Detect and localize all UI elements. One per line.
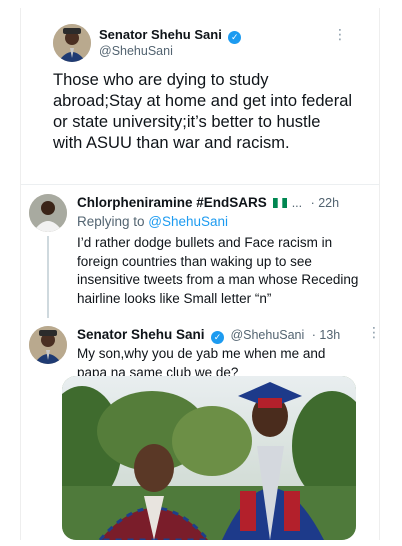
divider [21, 184, 379, 185]
author-name[interactable]: Chlorpheniramine #EndSARS [77, 195, 267, 210]
more-options-icon[interactable]: ⋮ [333, 26, 347, 43]
nigeria-flag-icon [273, 195, 288, 208]
replying-to: Replying to @ShehuSani [77, 213, 228, 232]
avatar[interactable] [53, 24, 91, 62]
author-name[interactable]: Senator Shehu Sani [77, 327, 205, 342]
screenshot-frame: Senator Shehu Sani ✓ @ShehuSani ⋮ Those … [0, 0, 402, 546]
more-options-icon[interactable]: ⋮ [367, 324, 381, 341]
reply-text: I’d rather dodge bullets and Face racism… [77, 235, 359, 306]
avatar[interactable] [29, 326, 67, 364]
verified-badge-icon: ✓ [210, 331, 224, 344]
replying-prefix: Replying to [77, 214, 149, 229]
verified-badge-icon: ✓ [228, 31, 242, 44]
name-ellipsis: ... [291, 196, 303, 210]
main-author-line: Senator Shehu Sani ✓ [99, 26, 242, 44]
timestamp[interactable]: · 13h [312, 328, 341, 342]
thread-line [47, 236, 49, 318]
author-handle[interactable]: @ShehuSani [99, 44, 173, 58]
reply-author-line: Chlorpheniramine #EndSARS ... · 22h [77, 194, 377, 212]
avatar[interactable] [29, 194, 67, 232]
tweet-text: Those who are dying to study abroad;Stay… [53, 71, 353, 152]
timestamp[interactable]: · 22h [311, 196, 340, 210]
replying-handle-link[interactable]: @ShehuSani [148, 214, 228, 229]
tweet-media-image[interactable] [62, 376, 356, 540]
author-handle[interactable]: @ShehuSani [230, 328, 304, 342]
reply-author-line: Senator Shehu Sani ✓ @ShehuSani · 13h [77, 326, 340, 344]
author-name[interactable]: Senator Shehu Sani [99, 27, 222, 42]
